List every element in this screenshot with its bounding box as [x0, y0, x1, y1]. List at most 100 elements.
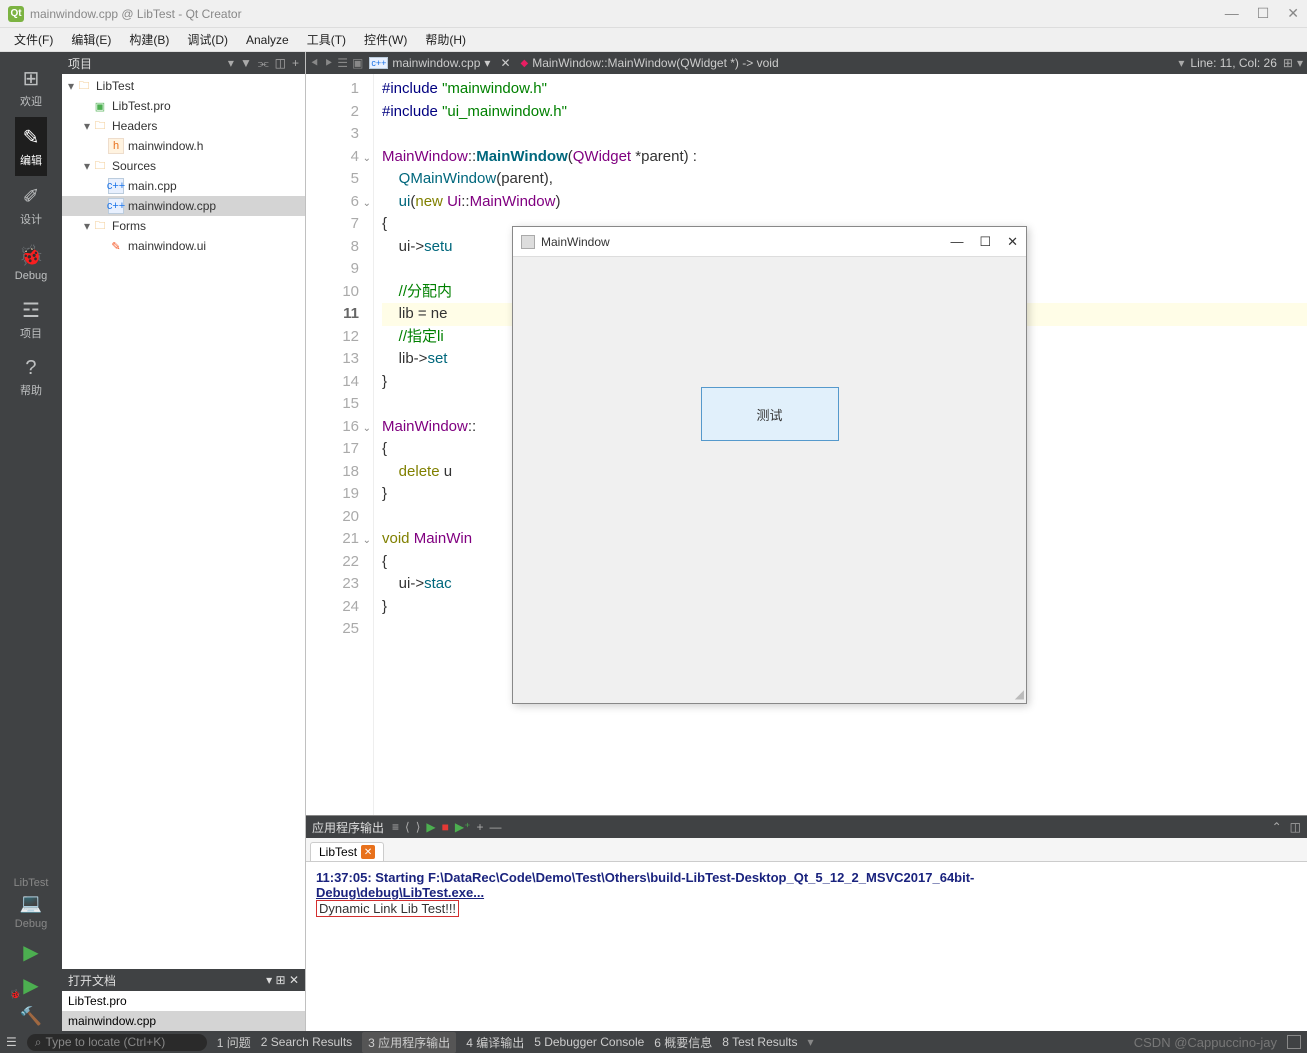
minus-icon[interactable]: — — [489, 820, 501, 834]
child-maximize-icon[interactable]: ☐ — [979, 234, 991, 250]
status-tab-1[interactable]: 2 Search Results — [261, 1035, 352, 1049]
tree-item-Forms[interactable]: ▾🗀Forms — [62, 216, 305, 236]
tree-item-main-cpp[interactable]: c++main.cpp — [62, 176, 305, 196]
menu-b[interactable]: 构建(B) — [121, 29, 177, 50]
menu-h[interactable]: 帮助(H) — [417, 29, 474, 50]
code-line-5[interactable]: QMainWindow(parent), — [382, 168, 1307, 191]
open-doc-mainwindow-cpp[interactable]: mainwindow.cpp — [62, 1011, 305, 1031]
minimize-icon[interactable]: — — [1225, 5, 1239, 22]
menu-bar: 文件(F)编辑(E)构建(B)调试(D)Analyze工具(T)控件(W)帮助(… — [0, 28, 1307, 52]
close-icon[interactable]: ✕ — [1287, 5, 1299, 22]
nav-fwd-icon[interactable]: ⯈ — [324, 56, 334, 71]
rerun-icon[interactable]: ▶⁺ — [455, 820, 471, 834]
dropdown-icon[interactable]: ▾ — [228, 56, 234, 71]
mode-编辑[interactable]: ✎编辑 — [15, 117, 47, 176]
split-icon[interactable]: ⊞ — [276, 973, 286, 987]
code-line-1[interactable]: #include "mainwindow.h" — [382, 78, 1307, 101]
resize-grip-icon[interactable]: ◢ — [1015, 687, 1024, 701]
filter-output-icon[interactable]: ≡ — [392, 820, 399, 834]
mode-label: 项目 — [20, 328, 42, 340]
code-line-4[interactable]: MainWindow::MainWindow(QWidget *parent) … — [382, 146, 1307, 169]
child-app-icon — [521, 235, 535, 249]
fold-icon[interactable]: ⌄ — [363, 148, 371, 171]
status-tab-6[interactable]: 8 Test Results — [722, 1035, 797, 1049]
run-output-icon[interactable]: ▶ — [426, 820, 435, 834]
tree-label: main.cpp — [128, 179, 177, 193]
menu-f[interactable]: 文件(F) — [6, 29, 61, 50]
tree-label: LibTest — [96, 79, 134, 93]
tree-item-mainwindow-cpp[interactable]: c++mainwindow.cpp — [62, 196, 305, 216]
split-menu-icon[interactable]: ▾ — [1297, 56, 1303, 70]
fold-icon[interactable]: ⌄ — [363, 418, 371, 441]
func-dropdown-icon[interactable]: ▾ — [1178, 56, 1184, 70]
mode-欢迎[interactable]: ⊞欢迎 — [15, 58, 47, 117]
nav-list-icon[interactable]: ☰ — [337, 56, 348, 71]
projects-label: 项目 — [68, 55, 92, 72]
open-doc-LibTest-pro[interactable]: LibTest.pro — [62, 991, 305, 1011]
add-icon[interactable]: + — [292, 56, 299, 71]
bookmark-icon[interactable]: ▣ — [352, 56, 363, 71]
tab-close-icon[interactable]: ✕ — [496, 56, 514, 70]
test-button[interactable]: 测试 — [701, 387, 839, 441]
status-tab-5[interactable]: 6 概要信息 — [654, 1034, 712, 1051]
menu-e[interactable]: 编辑(E) — [63, 29, 119, 50]
tree-label: mainwindow.cpp — [128, 199, 216, 213]
file-dropdown-icon[interactable]: ▾ — [484, 56, 490, 70]
code-line-6[interactable]: ui(new Ui::MainWindow) — [382, 191, 1307, 214]
tree-item-mainwindow-h[interactable]: hmainwindow.h — [62, 136, 305, 156]
mode-设计[interactable]: ✐设计 — [15, 176, 47, 235]
tree-item-LibTest-pro[interactable]: ▣LibTest.pro — [62, 96, 305, 116]
project-tree[interactable]: ▾🗀LibTest▣LibTest.pro▾🗀Headershmainwindo… — [62, 74, 305, 969]
progress-icon[interactable] — [1287, 1035, 1301, 1049]
tree-item-mainwindow-ui[interactable]: ✎mainwindow.ui — [62, 236, 305, 256]
prev-icon[interactable]: ⟨ — [405, 820, 410, 834]
mode-项目[interactable]: ☲项目 — [15, 290, 47, 349]
project-selector[interactable]: LibTest 💻 Debug — [0, 871, 62, 936]
fold-icon[interactable]: ⌄ — [363, 193, 371, 216]
tree-item-Headers[interactable]: ▾🗀Headers — [62, 116, 305, 136]
filter-icon[interactable]: ▼ — [240, 56, 252, 71]
debug-run-icon[interactable]: ▶🐞 — [23, 969, 38, 1002]
stop-icon[interactable]: ■ — [442, 820, 449, 834]
plus-icon[interactable]: + — [476, 820, 483, 834]
child-minimize-icon[interactable]: — — [950, 234, 963, 250]
status-tab-3[interactable]: 4 编译输出 — [466, 1034, 524, 1051]
menu-w[interactable]: 控件(W) — [356, 29, 415, 50]
status-tab-2[interactable]: 3 应用程序输出 — [362, 1032, 456, 1053]
fold-icon[interactable]: ⌄ — [363, 530, 371, 553]
code-line-3[interactable] — [382, 123, 1307, 146]
next-icon[interactable]: ⟩ — [416, 820, 421, 834]
menu-analyze[interactable]: Analyze — [238, 31, 297, 49]
child-window[interactable]: MainWindow — ☐ ✕ 测试 ◢ — [512, 226, 1027, 704]
mode-Debug[interactable]: 🐞Debug — [15, 235, 47, 290]
mode-帮助[interactable]: ?帮助 — [15, 349, 47, 406]
collapse-output-icon[interactable]: ⌃ — [1272, 820, 1282, 834]
output-body[interactable]: 11:37:05: Starting F:\DataRec\Code\Demo\… — [306, 862, 1307, 1031]
panel-toggle-icon[interactable]: ☰ — [6, 1035, 17, 1049]
split-h-icon[interactable]: ⊞ — [1283, 56, 1293, 70]
output-tab-libtest[interactable]: LibTest ✕ — [310, 842, 384, 861]
maximize-icon[interactable]: ☐ — [1257, 5, 1270, 22]
editor-filename[interactable]: mainwindow.cpp — [392, 56, 480, 70]
child-titlebar[interactable]: MainWindow — ☐ ✕ — [513, 227, 1026, 257]
status-tab-4[interactable]: 5 Debugger Console — [534, 1035, 644, 1049]
pin-output-icon[interactable]: ◫ — [1290, 820, 1301, 834]
build-icon[interactable]: 🔨 — [20, 1002, 42, 1031]
run-icon[interactable]: ▶ — [23, 936, 38, 969]
split-icon[interactable]: ◫ — [275, 56, 286, 71]
dropdown-icon[interactable]: ▾ — [266, 973, 272, 987]
status-tab-0[interactable]: 1 问题 — [217, 1034, 251, 1051]
child-close-icon[interactable]: ✕ — [1007, 234, 1018, 250]
tree-item-LibTest[interactable]: ▾🗀LibTest — [62, 76, 305, 96]
results-dropdown-icon[interactable]: ▾ — [807, 1035, 813, 1049]
code-line-2[interactable]: #include "ui_mainwindow.h" — [382, 101, 1307, 124]
tab-close-icon[interactable]: ✕ — [361, 845, 375, 859]
menu-t[interactable]: 工具(T) — [299, 29, 354, 50]
menu-d[interactable]: 调试(D) — [179, 29, 236, 50]
tree-item-Sources[interactable]: ▾🗀Sources — [62, 156, 305, 176]
close-panel-icon[interactable]: ✕ — [289, 973, 299, 987]
locator-input[interactable]: ⌕ Type to locate (Ctrl+K) — [27, 1034, 207, 1051]
link-icon[interactable]: ⫘ — [258, 56, 269, 71]
editor-function[interactable]: MainWindow::MainWindow(QWidget *) -> voi… — [532, 56, 778, 70]
nav-back-icon[interactable]: ⯇ — [310, 56, 320, 71]
